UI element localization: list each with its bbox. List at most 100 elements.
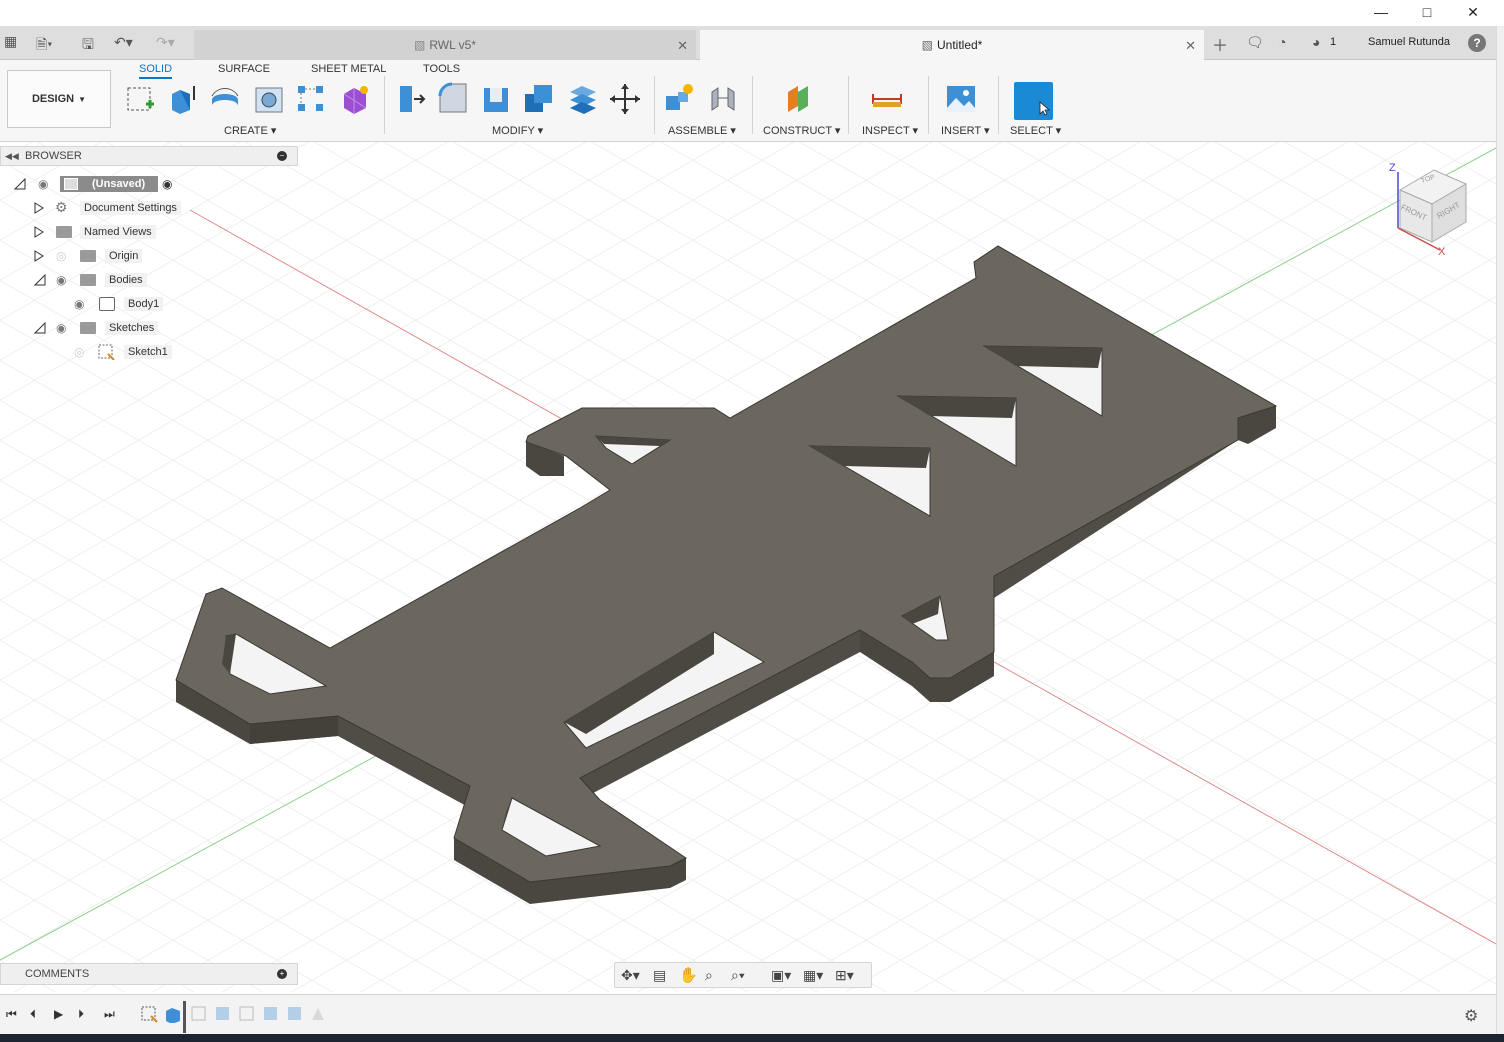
maximize-button[interactable]: □ [1404,0,1450,24]
vertical-scrollbar[interactable] [1496,26,1504,1034]
group-insert[interactable]: INSERT ▾ [941,124,990,137]
group-create[interactable]: CREATE ▾ [224,124,276,137]
file-menu-icon[interactable]: 🗎▾ [36,34,52,58]
eye-icon[interactable]: ◉ [74,297,84,311]
pan-icon[interactable]: ✋ [679,966,698,984]
group-assemble[interactable]: ASSEMBLE ▾ [668,124,736,137]
tree-item-document-settings[interactable]: ⚙ Document Settings [0,198,300,218]
group-select[interactable]: SELECT ▾ [1010,124,1061,137]
eye-icon[interactable]: ◉ [56,321,66,335]
joint-icon[interactable] [706,82,740,116]
select-tool-icon[interactable] [1014,82,1053,120]
notifications-icon[interactable]: 🗨 [1246,34,1264,51]
workspace-switcher[interactable]: DESIGN ▼ [7,70,111,128]
collapse-panel-icon[interactable]: ◀◀ [5,151,19,162]
tree-item-body1[interactable]: ◉ Body1 [0,294,300,314]
tab-solid[interactable]: SOLID [139,63,173,79]
new-component-icon[interactable] [662,82,696,116]
eye-icon[interactable]: ◉ [56,273,66,287]
measure-icon[interactable] [870,82,904,116]
expanded-triangle-icon[interactable] [14,178,26,190]
tab-surface[interactable]: SURFACE [218,63,270,75]
timeline-extrude-feature-icon[interactable] [164,1005,182,1023]
go-to-end-icon[interactable]: ⏭ [104,1007,115,1022]
move-copy-icon[interactable] [608,82,642,116]
step-back-icon[interactable]: ⏴ [30,1007,36,1022]
viewports-icon[interactable]: ⊞▾ [835,967,854,984]
revolve-icon[interactable] [208,82,242,116]
tree-root[interactable]: ◉ (Unsaved) ◉ [0,174,300,194]
grid-settings-icon[interactable]: ▦▾ [803,967,823,984]
play-icon[interactable]: ▶ [54,1007,63,1021]
create-sketch-icon[interactable] [124,82,158,116]
tab-sheet-metal[interactable]: SHEET METAL [311,63,386,75]
expanded-triangle-icon[interactable] [34,274,46,286]
zoom-icon[interactable]: ⌕ [705,967,713,984]
timeline-sketch-feature-icon[interactable] [140,1005,158,1023]
redo-icon[interactable]: ↷▾ [156,34,175,51]
go-to-start-icon[interactable]: ⏮ [6,1007,17,1022]
new-tab-icon[interactable]: ＋ [1212,32,1228,56]
extrude-icon[interactable] [166,82,200,116]
tree-item-origin[interactable]: ◎ Origin [0,246,300,266]
document-icon [64,178,78,190]
collapsed-triangle-icon[interactable] [34,202,44,214]
group-inspect[interactable]: INSPECT ▾ [862,124,918,137]
timeline-rolled-back-features[interactable] [190,1005,330,1023]
display-settings-icon[interactable]: ▣▾ [771,967,791,984]
group-construct[interactable]: CONSTRUCT ▾ [763,124,840,137]
split-face-icon[interactable] [566,82,600,116]
group-divider [752,76,753,134]
browser-pin-icon[interactable]: − [277,151,287,161]
minimize-button[interactable]: — [1358,0,1404,24]
add-comment-icon[interactable]: + [277,969,287,979]
orbit-icon[interactable]: ✥▾ [621,967,640,984]
job-status-icon[interactable]: ◕ [1312,34,1320,50]
user-name[interactable]: Samuel Rutunda [1368,36,1450,48]
collapsed-triangle-icon[interactable] [34,226,44,238]
tree-item-bodies[interactable]: ◉ Bodies [0,270,300,290]
eye-icon[interactable]: ◉ [38,177,48,191]
group-modify[interactable]: MODIFY ▾ [492,124,543,137]
expanded-triangle-icon[interactable] [34,322,46,334]
fit-icon[interactable]: ⌕▾ [731,967,745,984]
browser-header: ◀◀ BROWSER − [0,146,298,166]
hole-icon[interactable] [252,82,286,116]
save-icon[interactable]: 🖫 [82,34,94,58]
close-tab-icon[interactable]: ✕ [677,38,688,54]
gear-icon: ⚙ [55,199,68,215]
tree-label: Sketch1 [124,345,172,359]
press-pull-icon[interactable] [394,82,428,116]
tree-item-sketches[interactable]: ◉ Sketches [0,318,300,338]
close-window-button[interactable]: ✕ [1450,0,1496,24]
combine-icon[interactable] [522,82,556,116]
step-forward-icon[interactable]: ⏵ [78,1007,84,1022]
look-at-icon[interactable]: ▤ [653,967,666,984]
tree-item-named-views[interactable]: Named Views [0,222,300,242]
pattern-icon[interactable] [294,82,328,116]
insert-image-icon[interactable] [944,82,978,116]
offset-plane-icon[interactable] [782,82,816,116]
tree-item-sketch1[interactable]: ◎ Sketch1 [0,342,300,362]
fillet-icon[interactable] [436,82,470,116]
shell-icon[interactable] [480,82,514,116]
hidden-eye-icon[interactable]: ◎ [74,345,84,359]
timeline-settings-gear-icon[interactable]: ⚙ [1464,1006,1478,1026]
folder-icon [80,322,96,334]
comments-panel[interactable]: COMMENTS + [0,963,298,985]
app-grid-icon[interactable]: ▦ [4,33,17,50]
tab-untitled[interactable]: ▧ Untitled* ✕ [700,30,1204,60]
undo-icon[interactable]: ↶▾ [114,34,133,51]
tab-tools[interactable]: TOOLS [423,63,460,75]
collapsed-triangle-icon[interactable] [34,250,44,262]
form-icon[interactable] [338,82,372,116]
hidden-eye-icon[interactable]: ◎ [56,249,66,263]
activate-radio-icon[interactable]: ◉ [162,177,172,191]
online-status-icon[interactable]: ◔ [1278,34,1286,50]
close-tab-icon[interactable]: ✕ [1185,38,1196,54]
help-icon[interactable]: ? [1468,34,1486,52]
tree-label: Named Views [80,225,156,239]
timeline-marker[interactable] [183,1001,186,1033]
tab-rwl-v5[interactable]: ▧ RWL v5* ✕ [194,30,696,60]
group-divider [928,76,929,134]
